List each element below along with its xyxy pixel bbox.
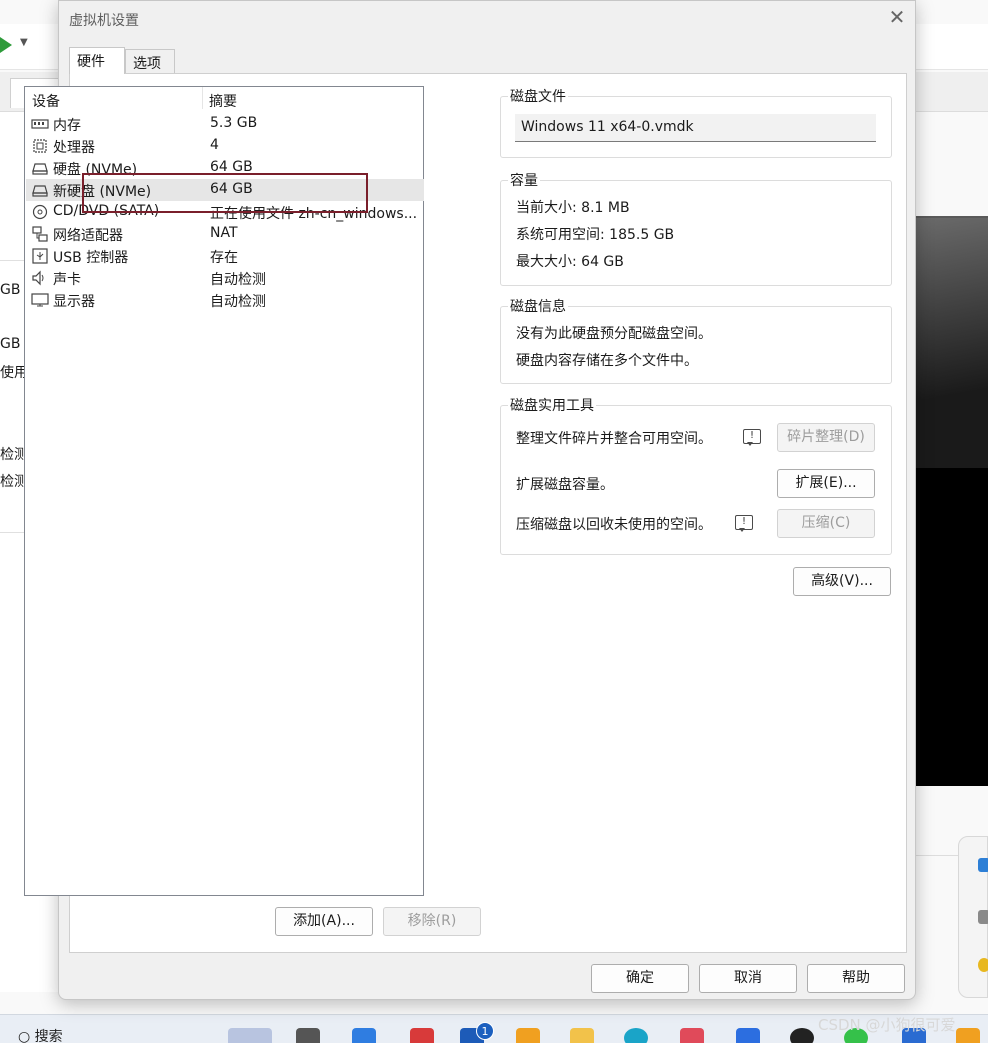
max-size: 最大大小: 64 GB: [516, 254, 624, 270]
taskbar-app-icon[interactable]: [296, 1028, 320, 1043]
close-icon[interactable]: ✕: [885, 6, 909, 30]
app-icon[interactable]: [978, 858, 988, 872]
advanced-button[interactable]: 高级(V)...: [793, 567, 891, 596]
system-free-space: 系统可用空间: 185.5 GB: [516, 227, 675, 243]
expand-button[interactable]: 扩展(E)...: [777, 469, 875, 498]
device-name: 网络适配器: [53, 228, 123, 244]
usb-icon: [32, 248, 48, 264]
monitor-icon: [31, 293, 49, 307]
taskbar-app-icon[interactable]: [228, 1028, 272, 1043]
current-size: 当前大小: 8.1 MB: [516, 200, 630, 216]
taskbar-app-icon[interactable]: [410, 1028, 434, 1043]
device-row-usb[interactable]: USB 控制器 存在: [26, 245, 424, 267]
device-row-sound-card[interactable]: 声卡 自动检测: [26, 267, 424, 289]
disk-info-line: 硬盘内容存储在多个文件中。: [516, 353, 698, 369]
taskbar-app-icon[interactable]: [680, 1028, 704, 1043]
folder-icon[interactable]: [570, 1028, 594, 1043]
taskbar-app-icon[interactable]: [956, 1028, 980, 1043]
device-row-processor[interactable]: 处理器 4: [26, 135, 424, 157]
column-separator[interactable]: [202, 87, 203, 109]
device-name: 处理器: [53, 140, 95, 156]
device-summary: 自动检测: [210, 294, 266, 310]
notification-badge: 1: [476, 1022, 494, 1040]
browser-icon[interactable]: [624, 1028, 648, 1043]
disk-file-title: 磁盘文件: [508, 86, 568, 106]
app-icon[interactable]: [978, 958, 988, 972]
device-row-display[interactable]: 显示器 自动检测: [26, 289, 424, 311]
hard-disk-icon: [32, 163, 48, 175]
vm-preview: [916, 216, 988, 786]
defrag-description: 整理文件碎片并整合可用空间。: [516, 431, 712, 447]
disk-info-group: [500, 306, 892, 384]
column-device[interactable]: 设备: [32, 91, 60, 111]
column-summary[interactable]: 摘要: [209, 91, 237, 111]
app-icon[interactable]: [978, 910, 988, 924]
device-row-network-adapter[interactable]: 网络适配器 NAT: [26, 223, 424, 245]
disk-info-title: 磁盘信息: [508, 296, 568, 316]
help-button[interactable]: 帮助: [807, 964, 905, 993]
disk-file-field[interactable]: Windows 11 x64-0.vmdk: [515, 114, 876, 142]
disk-info-line: 没有为此硬盘预分配磁盘空间。: [516, 326, 712, 342]
device-list-header: 设备 摘要: [25, 87, 423, 111]
device-row-memory[interactable]: 内存 5.3 GB: [26, 113, 424, 135]
background-text: GB: [0, 336, 21, 352]
chevron-down-icon[interactable]: ▼: [20, 37, 28, 48]
device-summary: NAT: [210, 225, 238, 241]
ok-button[interactable]: 确定: [591, 964, 689, 993]
cd-dvd-icon: [32, 204, 48, 220]
defrag-button[interactable]: 碎片整理(D): [777, 423, 875, 452]
cancel-button[interactable]: 取消: [699, 964, 797, 993]
taskbar-search[interactable]: ○ 搜索: [18, 1026, 63, 1043]
taskbar-search-label: 搜索: [34, 1029, 63, 1043]
device-summary: 5.3 GB: [210, 115, 258, 131]
search-icon: ○: [18, 1029, 35, 1043]
device-name: USB 控制器: [53, 250, 129, 266]
taskbar-app-icon[interactable]: [736, 1028, 760, 1043]
network-adapter-icon: [32, 226, 48, 242]
expand-description: 扩展磁盘容量。: [516, 477, 614, 493]
annotation-highlight-box: [82, 173, 368, 213]
remove-device-button[interactable]: 移除(R): [383, 907, 481, 936]
device-name: 内存: [53, 118, 81, 134]
background-text: GB: [0, 282, 21, 298]
device-summary: 存在: [210, 250, 238, 266]
cpu-icon: [33, 139, 47, 153]
tab-options[interactable]: 选项: [125, 49, 175, 73]
compact-description: 压缩磁盘以回收未使用的空间。: [516, 517, 712, 533]
taskbar-app-icon[interactable]: [516, 1028, 540, 1043]
info-tip-icon[interactable]: !: [743, 429, 761, 446]
tab-hardware[interactable]: 硬件: [69, 47, 125, 74]
device-name: 声卡: [53, 272, 81, 288]
watermark: CSDN @小狗很可爱: [818, 1016, 956, 1034]
play-icon[interactable]: [0, 37, 12, 53]
hard-disk-icon: [32, 185, 48, 197]
disk-utilities-title: 磁盘实用工具: [508, 395, 596, 415]
dialog-title: 虚拟机设置: [69, 13, 139, 29]
speaker-icon: [32, 270, 44, 286]
device-name: 显示器: [53, 294, 95, 310]
memory-icon: [31, 119, 49, 129]
compact-button[interactable]: 压缩(C): [777, 509, 875, 538]
qq-icon[interactable]: [790, 1028, 814, 1043]
device-summary: 4: [210, 137, 219, 153]
capacity-title: 容量: [508, 170, 540, 190]
info-tip-icon[interactable]: !: [735, 515, 753, 532]
taskbar-app-icon[interactable]: [352, 1028, 376, 1043]
add-device-button[interactable]: 添加(A)...: [275, 907, 373, 936]
device-summary: 自动检测: [210, 272, 266, 288]
